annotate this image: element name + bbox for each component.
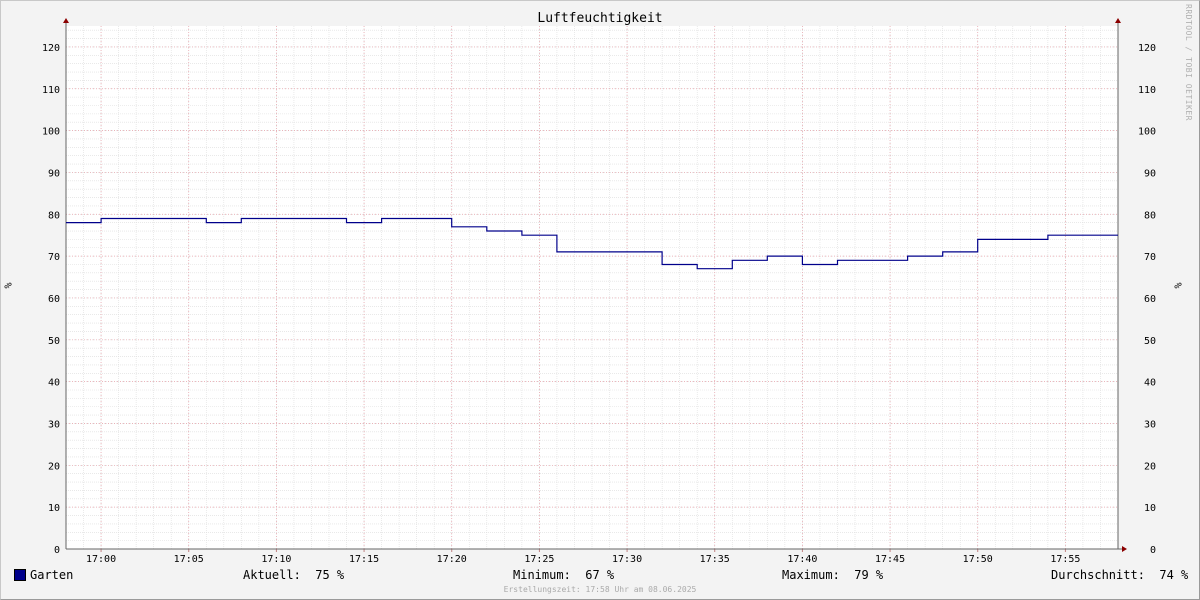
legend-maximum: Maximum: 79 % bbox=[782, 568, 883, 582]
y-tick-label-right: 50 bbox=[1144, 336, 1156, 347]
y-tick-label-left: 90 bbox=[48, 168, 60, 179]
legend-current: Aktuell: 75 % bbox=[243, 568, 344, 582]
y-tick-label-left: 0 bbox=[54, 545, 60, 556]
y-tick-label-left: 20 bbox=[48, 461, 60, 472]
x-tick-label: 17:05 bbox=[174, 554, 204, 565]
y-tick-label-right: 110 bbox=[1138, 85, 1156, 96]
y-tick-label-left: 50 bbox=[48, 336, 60, 347]
legend-min-value: 67 % bbox=[585, 568, 615, 582]
y-tick-label-right: 80 bbox=[1144, 210, 1156, 221]
y-tick-label-right: 90 bbox=[1144, 168, 1156, 179]
legend-min-label: Minimum: bbox=[513, 568, 571, 582]
x-tick-label: 17:30 bbox=[612, 554, 642, 565]
chart-plot: 0 0 10 10 20 20 30 30 40 40 50 50 60 60 70 70 80 80 90 90 10… bbox=[42, 18, 1156, 565]
x-tick-label: 17:15 bbox=[349, 554, 379, 565]
x-tick-label: 17:25 bbox=[524, 554, 554, 565]
y-tick-label-right: 20 bbox=[1144, 461, 1156, 472]
y-axis-left-arrow bbox=[63, 18, 69, 23]
y-tick-label-right: 40 bbox=[1144, 378, 1156, 389]
y-tick-label-right: 0 bbox=[1150, 545, 1156, 556]
legend-max-value: 79 % bbox=[854, 568, 884, 582]
x-tick-label: 17:10 bbox=[261, 554, 291, 565]
legend-current-label: Aktuell: bbox=[243, 568, 301, 582]
legend-series-label: Garten bbox=[30, 568, 74, 582]
x-tick-label: 17:35 bbox=[700, 554, 730, 565]
y-tick-label-right: 10 bbox=[1144, 503, 1156, 514]
x-tick-label: 17:40 bbox=[787, 554, 817, 565]
y-tick-label-left: 60 bbox=[48, 294, 60, 305]
x-axis-arrow bbox=[1122, 546, 1127, 552]
x-tick-label: 17:20 bbox=[437, 554, 467, 565]
legend-max-label: Maximum: bbox=[782, 568, 840, 582]
y-tick-label-right: 70 bbox=[1144, 252, 1156, 263]
y-tick-label-right: 100 bbox=[1138, 127, 1156, 138]
y-tick-label-right: 120 bbox=[1138, 43, 1156, 54]
x-tick-label: 17:50 bbox=[963, 554, 993, 565]
y-tick-label-right: 60 bbox=[1144, 294, 1156, 305]
y-tick-label-left: 40 bbox=[48, 378, 60, 389]
legend-swatch-garten bbox=[14, 569, 26, 581]
legend-average: Durchschnitt: 74 % bbox=[1051, 568, 1188, 582]
y-tick-label-left: 30 bbox=[48, 419, 60, 430]
y-tick-label-left: 80 bbox=[48, 210, 60, 221]
creation-timestamp: Erstellungszeit: 17:58 Uhr am 08.06.2025 bbox=[503, 585, 697, 594]
legend-avg-label: Durchschnitt: bbox=[1051, 568, 1145, 582]
y-axis-right-arrow bbox=[1115, 18, 1121, 23]
y-tick-label-left: 120 bbox=[42, 43, 60, 54]
x-tick-label: 17:00 bbox=[86, 554, 116, 565]
x-tick-label: 17:55 bbox=[1050, 554, 1080, 565]
y-tick-label-left: 110 bbox=[42, 85, 60, 96]
legend-minimum: Minimum: 67 % bbox=[513, 568, 614, 582]
x-tick-label: 17:45 bbox=[875, 554, 905, 565]
y-tick-label-right: 30 bbox=[1144, 419, 1156, 430]
y-tick-label-left: 100 bbox=[42, 127, 60, 138]
y-tick-label-left: 10 bbox=[48, 503, 60, 514]
y-tick-label-left: 70 bbox=[48, 252, 60, 263]
legend-current-value: 75 % bbox=[315, 568, 345, 582]
legend-avg-value: 74 % bbox=[1159, 568, 1189, 582]
